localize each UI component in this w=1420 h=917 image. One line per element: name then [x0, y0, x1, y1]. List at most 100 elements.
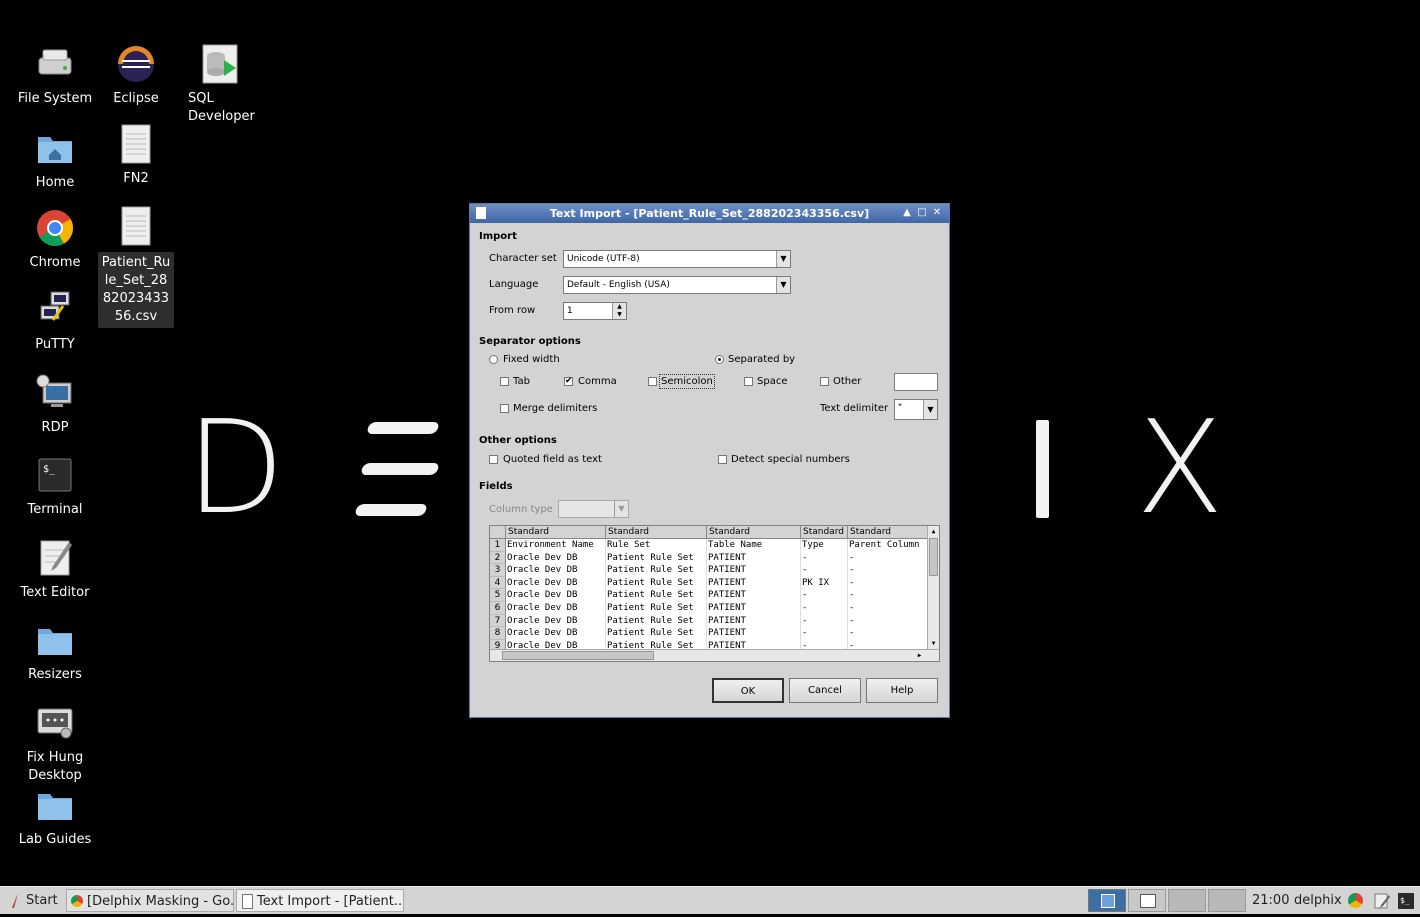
chevron-down-icon[interactable]: ▼ — [776, 277, 790, 293]
grid-cell[interactable]: Oracle Dev DB — [506, 614, 606, 628]
desktop-icon-fn2[interactable]: FN2 — [96, 124, 176, 188]
column-header[interactable]: Standard — [707, 526, 801, 539]
grid-cell[interactable]: PATIENT — [707, 589, 801, 602]
row-number[interactable]: 7 — [490, 614, 506, 628]
grid-cell[interactable]: Oracle Dev DB — [506, 627, 606, 640]
desktop-icon-eclipse[interactable]: Eclipse — [96, 44, 176, 108]
desktop-icon-rdp[interactable]: RDP — [15, 373, 95, 437]
workspace-3[interactable] — [1168, 889, 1206, 912]
grid-cell[interactable]: - — [801, 602, 848, 615]
grid-cell[interactable]: PK IX — [801, 576, 848, 590]
grid-cell[interactable]: Patient Rule Set — [606, 627, 707, 640]
space-checkbox[interactable] — [744, 377, 753, 386]
grid-cell[interactable]: Patient Rule Set — [606, 576, 707, 590]
grid-cell[interactable]: Patient Rule Set — [606, 614, 707, 628]
preview-grid[interactable]: Standard Standard Standard Standard Stan… — [489, 525, 940, 662]
grid-cell[interactable]: Oracle Dev DB — [506, 551, 606, 565]
row-number[interactable]: 8 — [490, 627, 506, 640]
other-separator-input[interactable] — [894, 373, 938, 391]
column-header[interactable]: Standard — [606, 526, 707, 539]
grid-cell[interactable]: - — [848, 564, 929, 577]
vertical-scrollbar[interactable]: ▲ ▼ — [927, 526, 939, 649]
grid-cell[interactable]: - — [848, 589, 929, 602]
detect-special-checkbox[interactable] — [718, 455, 727, 464]
row-number[interactable]: 3 — [490, 564, 506, 577]
desktop-icon-file-system[interactable]: File System — [15, 44, 95, 108]
grid-cell[interactable]: Patient Rule Set — [606, 551, 707, 565]
grid-cell[interactable]: - — [848, 602, 929, 615]
desktop-icon-home[interactable]: Home — [15, 128, 95, 192]
row-number[interactable]: 6 — [490, 602, 506, 615]
chevron-down-icon[interactable]: ▼ — [776, 251, 790, 267]
workspace-4[interactable] — [1208, 889, 1246, 912]
grid-cell[interactable]: - — [848, 627, 929, 640]
fixed-width-radio[interactable] — [489, 355, 498, 364]
column-header[interactable]: Standard — [801, 526, 848, 539]
desktop-icon-sql-developer[interactable]: SQL Developer — [178, 44, 266, 126]
grid-cell[interactable]: - — [801, 589, 848, 602]
grid-cell[interactable]: Patient Rule Set — [606, 589, 707, 602]
grid-cell[interactable]: Table Name — [707, 539, 801, 552]
task-delphix-masking[interactable]: [Delphix Masking - Go... — [66, 889, 234, 912]
quoted-field-checkbox[interactable] — [489, 455, 498, 464]
grid-cell[interactable]: Parent Column — [848, 539, 929, 552]
arrow-up-icon[interactable]: ▲ — [901, 207, 913, 219]
grid-cell[interactable]: Oracle Dev DB — [506, 602, 606, 615]
grid-cell[interactable]: Oracle Dev DB — [506, 564, 606, 577]
desktop-icon-lab-guides[interactable]: Lab Guides — [15, 785, 95, 849]
close-icon[interactable]: ✕ — [931, 207, 943, 219]
task-text-import[interactable]: Text Import - [Patient... — [236, 889, 404, 912]
chevron-down-icon[interactable]: ▼ — [923, 400, 937, 419]
workspace-2[interactable] — [1128, 889, 1166, 912]
grid-cell[interactable]: - — [801, 627, 848, 640]
comma-checkbox[interactable]: ✔ — [564, 377, 573, 386]
workspace-1[interactable] — [1088, 889, 1126, 912]
separated-by-radio[interactable] — [715, 355, 724, 364]
desktop-icon-patient-csv[interactable]: Patient_Rule_Set_288202343356.csv — [96, 206, 176, 328]
from-row-stepper[interactable]: 1 ▲ ▼ — [563, 302, 627, 320]
grid-cell[interactable]: - — [801, 564, 848, 577]
text-delimiter-select[interactable]: " ▼ — [894, 399, 938, 420]
merge-delimiters-checkbox[interactable] — [500, 404, 509, 413]
horizontal-scrollbar[interactable]: ▶ — [490, 649, 939, 661]
grid-cell[interactable]: - — [801, 551, 848, 565]
row-number[interactable]: 2 — [490, 551, 506, 565]
grid-cell[interactable]: PATIENT — [707, 564, 801, 577]
vertical-scroll-thumb[interactable] — [929, 538, 938, 576]
grid-cell[interactable]: PATIENT — [707, 614, 801, 628]
scroll-up-icon[interactable]: ▲ — [929, 527, 938, 536]
row-number[interactable]: 4 — [490, 576, 506, 590]
chrome-icon[interactable] — [1348, 889, 1364, 912]
text-editor-icon[interactable] — [1374, 889, 1392, 912]
grid-cell[interactable]: Patient Rule Set — [606, 564, 707, 577]
grid-cell[interactable]: Oracle Dev DB — [506, 589, 606, 602]
grid-cell[interactable]: PATIENT — [707, 602, 801, 615]
grid-cell[interactable]: PATIENT — [707, 551, 801, 565]
column-header[interactable]: Standard — [848, 526, 929, 539]
desktop-icon-chrome[interactable]: Chrome — [15, 208, 95, 272]
dialog-titlebar[interactable]: Text Import - [Patient_Rule_Set_28820234… — [470, 204, 949, 223]
cancel-button[interactable]: Cancel — [789, 678, 861, 703]
desktop-icon-text-editor[interactable]: Text Editor — [15, 538, 95, 602]
grid-cell[interactable]: Environment Name — [506, 539, 606, 552]
column-header[interactable]: Standard — [506, 526, 606, 539]
row-number[interactable]: 5 — [490, 589, 506, 602]
charset-select[interactable]: Unicode (UTF-8) ▼ — [563, 250, 791, 268]
clock[interactable]: 21:00 — [1252, 889, 1289, 912]
desktop-icon-resizers[interactable]: Resizers — [15, 620, 95, 684]
scroll-right-icon[interactable]: ▶ — [915, 651, 924, 660]
language-select[interactable]: Default - English (USA) ▼ — [563, 276, 791, 294]
grid-cell[interactable]: - — [848, 614, 929, 628]
grid-cell[interactable]: - — [801, 614, 848, 628]
row-number[interactable]: 1 — [490, 539, 506, 552]
grid-cell[interactable]: - — [848, 576, 929, 590]
maximize-icon[interactable]: □ — [916, 207, 928, 219]
grid-cell[interactable]: PATIENT — [707, 627, 801, 640]
grid-cell[interactable]: Oracle Dev DB — [506, 576, 606, 590]
desktop-icon-putty[interactable]: PuTTY — [15, 290, 95, 354]
horizontal-scroll-thumb[interactable] — [502, 651, 654, 660]
tab-checkbox[interactable] — [500, 377, 509, 386]
chevron-down-icon[interactable]: ▼ — [614, 501, 628, 517]
spin-arrows-icon[interactable]: ▲ ▼ — [612, 303, 626, 319]
other-checkbox[interactable] — [820, 377, 829, 386]
